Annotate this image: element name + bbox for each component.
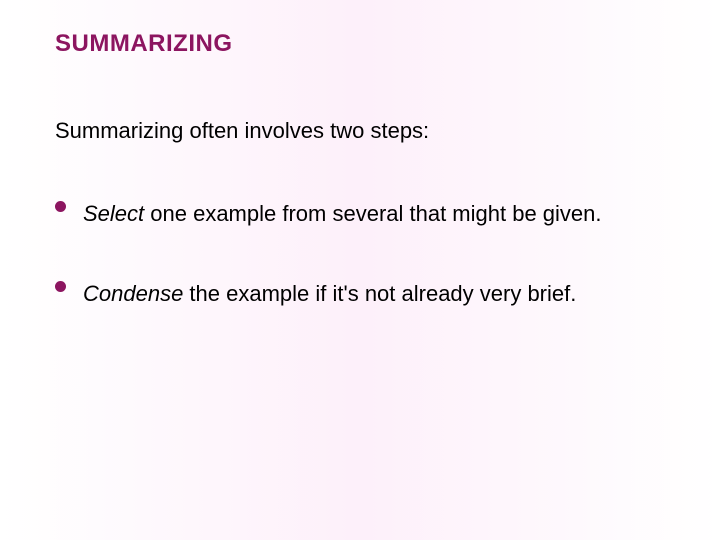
bullet-list: Select one example from several that mig…: [55, 199, 665, 308]
bullet-icon: [55, 281, 66, 292]
bullet-lead: Condense: [83, 281, 183, 306]
slide-title: SUMMARIZING: [55, 30, 665, 58]
list-item: Select one example from several that mig…: [55, 199, 665, 229]
bullet-icon: [55, 201, 66, 212]
list-item: Condense the example if it's not already…: [55, 279, 665, 309]
bullet-rest: the example if it's not already very bri…: [183, 281, 576, 306]
bullet-lead: Select: [83, 201, 144, 226]
bullet-rest: one example from several that might be g…: [144, 201, 601, 226]
intro-text: Summarizing often involves two steps:: [55, 118, 665, 144]
